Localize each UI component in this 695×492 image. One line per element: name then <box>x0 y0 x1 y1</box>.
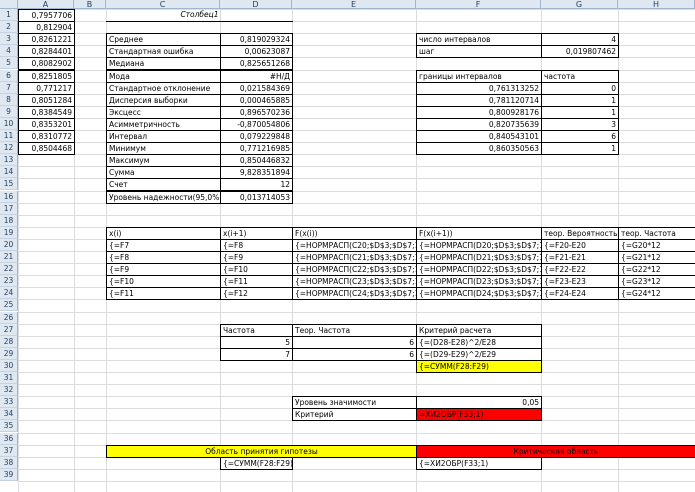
column-header-f[interactable]: F <box>416 0 541 9</box>
column-header-d[interactable]: D <box>220 0 292 9</box>
column-header-h[interactable]: H <box>618 0 695 9</box>
row-gridline <box>18 311 695 313</box>
row-header-7[interactable]: 7 <box>0 81 18 94</box>
row-header-19[interactable]: 19 <box>0 226 18 239</box>
row-header-20[interactable]: 20 <box>0 238 18 251</box>
row-header-18[interactable]: 18 <box>0 214 18 227</box>
interval-step-value[interactable]: 0,019807462 <box>541 45 619 59</box>
row-header-9[interactable]: 9 <box>0 105 18 118</box>
column-header-e[interactable]: E <box>292 0 416 9</box>
row-header-21[interactable]: 21 <box>0 251 18 264</box>
row-header-8[interactable]: 8 <box>0 93 18 106</box>
stats-title[interactable]: Столбец1 <box>106 9 293 23</box>
acceptance-formula[interactable]: {=СУММ(F28:F29) <box>220 456 293 470</box>
row-gridline <box>18 214 695 216</box>
chi-freq-cell[interactable]: 7 <box>220 347 293 361</box>
spreadsheet-grid[interactable]: A B C D E F G H 1 2 3 4 5 6 7 8 9 10 11 12 13 14 15 16 17 18 19 20 2… <box>0 0 695 492</box>
row-header-26[interactable]: 26 <box>0 311 18 324</box>
row-header-31[interactable]: 31 <box>0 372 18 385</box>
theory-formula-cell[interactable]: {=F11 <box>106 287 221 301</box>
interval-step-label[interactable]: шаг <box>416 45 542 59</box>
row-header-5[interactable]: 5 <box>0 57 18 70</box>
theory-formula-cell[interactable]: {=F24-E24 <box>541 287 619 301</box>
row-header-34[interactable]: 34 <box>0 408 18 421</box>
chi-sum-cell[interactable]: {=СУММ(F28:F29) <box>416 359 542 373</box>
row-header-3[interactable]: 3 <box>0 33 18 46</box>
row-header-4[interactable]: 4 <box>0 45 18 58</box>
row-header-10[interactable]: 10 <box>0 117 18 130</box>
stat-label[interactable]: Уровень надежности(95,0%) <box>106 190 221 204</box>
chi-theor-cell[interactable]: 6 <box>292 347 417 361</box>
column-header-g[interactable]: G <box>541 0 618 9</box>
column-header-a[interactable]: A <box>18 0 74 9</box>
data-value-cell[interactable]: 0,8504468 <box>18 142 75 156</box>
row-header-13[interactable]: 13 <box>0 154 18 167</box>
row-gridline <box>18 384 695 386</box>
freq-bound-cell[interactable]: 0,860350563 <box>416 142 542 156</box>
row-header-22[interactable]: 22 <box>0 263 18 276</box>
column-header-c[interactable]: C <box>106 0 220 9</box>
row-header-29[interactable]: 29 <box>0 347 18 360</box>
row-header-14[interactable]: 14 <box>0 166 18 179</box>
row-header-27[interactable]: 27 <box>0 323 18 336</box>
freq-count-cell[interactable]: 1 <box>541 142 619 156</box>
row-gridline <box>18 432 695 434</box>
theory-formula-cell[interactable]: {=НОРМРАСП(D24;$D$3;$D$7;1 <box>416 287 542 301</box>
row-header-36[interactable]: 36 <box>0 432 18 445</box>
row-header-37[interactable]: 37 <box>0 444 18 457</box>
row-header-32[interactable]: 32 <box>0 384 18 397</box>
select-all-corner[interactable] <box>0 0 18 9</box>
row-header-35[interactable]: 35 <box>0 420 18 433</box>
theory-formula-cell[interactable]: {=НОРМРАСП(C24;$D$3;$D$7;1 <box>292 287 417 301</box>
row-header-28[interactable]: 28 <box>0 335 18 348</box>
row-gridline <box>18 468 695 470</box>
row-header-17[interactable]: 17 <box>0 202 18 215</box>
row-header-38[interactable]: 38 <box>0 456 18 469</box>
row-header-12[interactable]: 12 <box>0 142 18 155</box>
row-header-15[interactable]: 15 <box>0 178 18 191</box>
theory-formula-cell[interactable]: {=G24*12 <box>618 287 695 301</box>
critical-formula[interactable]: {=ХИ2ОБР(F33;1) <box>416 456 542 470</box>
row-header-39[interactable]: 39 <box>0 468 18 481</box>
row-header-2[interactable]: 2 <box>0 21 18 34</box>
row-header-33[interactable]: 33 <box>0 396 18 409</box>
criterion-label[interactable]: Критерий <box>292 408 417 422</box>
stat-value[interactable]: 0,013714053 <box>220 190 293 204</box>
row-gridline <box>18 480 695 482</box>
row-header-23[interactable]: 23 <box>0 275 18 288</box>
criterion-value[interactable]: =ХИ2ОБР(F33;1) <box>416 408 542 422</box>
theory-formula-cell[interactable]: {=F12 <box>220 287 293 301</box>
row-header-24[interactable]: 24 <box>0 287 18 300</box>
row-header-11[interactable]: 11 <box>0 130 18 143</box>
row-header-30[interactable]: 30 <box>0 359 18 372</box>
row-header-25[interactable]: 25 <box>0 299 18 312</box>
row-header-16[interactable]: 16 <box>0 190 18 203</box>
row-header-1[interactable]: 1 <box>0 9 18 22</box>
column-header-b[interactable]: B <box>74 0 106 9</box>
row-gridline <box>18 372 695 373</box>
row-header-6[interactable]: 6 <box>0 69 18 82</box>
